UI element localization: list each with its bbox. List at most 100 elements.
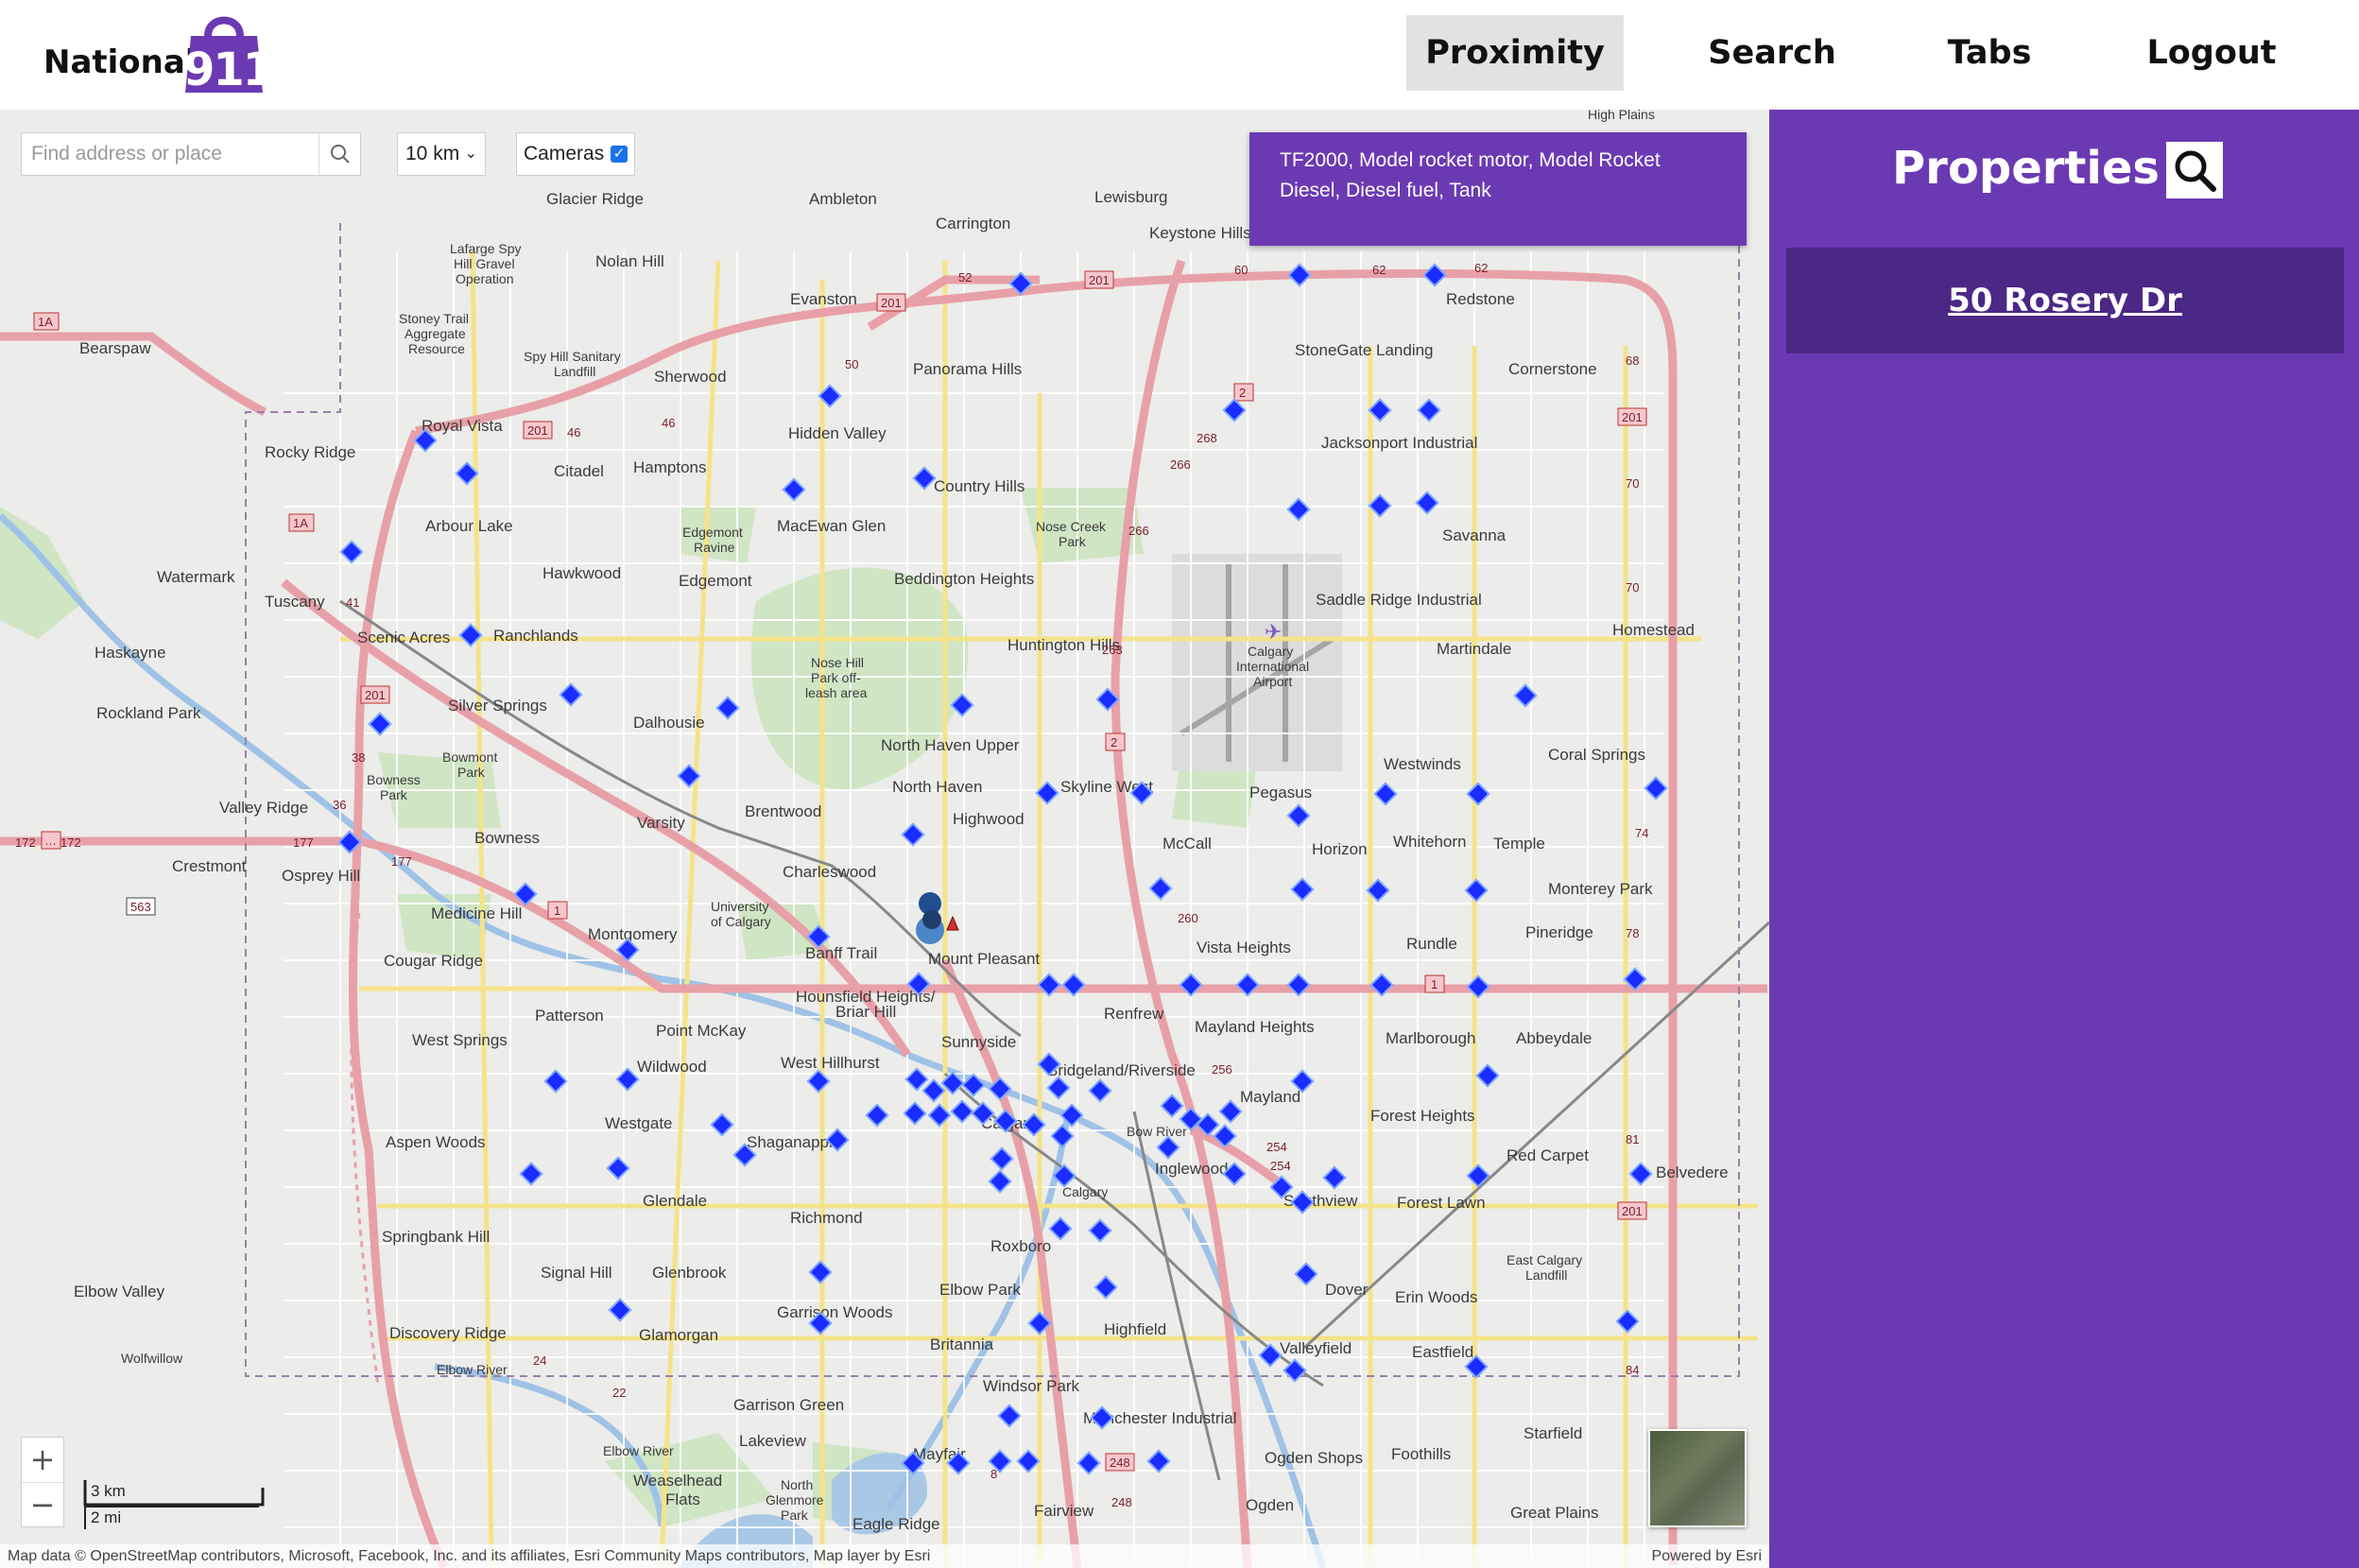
- camera-marker-icon[interactable]: [339, 540, 364, 564]
- property-item[interactable]: 50 Rosery Dr: [1786, 248, 2344, 353]
- camera-marker-icon[interactable]: [1290, 877, 1315, 902]
- camera-marker-icon[interactable]: [608, 1298, 632, 1322]
- svg-text:Martindale: Martindale: [1437, 640, 1511, 658]
- camera-marker-icon[interactable]: [865, 1103, 889, 1128]
- camera-marker-icon[interactable]: [997, 1404, 1022, 1428]
- map-basemap[interactable]: High Plains Glacier Ridge Ambleton Lewis…: [0, 110, 1769, 1568]
- svg-text:Flats: Flats: [665, 1490, 700, 1508]
- svg-text:High Plains: High Plains: [1588, 110, 1655, 122]
- svg-text:Royal Vista: Royal Vista: [422, 417, 503, 435]
- camera-marker-icon[interactable]: [1286, 497, 1311, 522]
- camera-marker-icon[interactable]: [715, 696, 740, 720]
- svg-text:50: 50: [845, 357, 858, 371]
- svg-text:Horizon: Horizon: [1312, 840, 1368, 858]
- svg-text:Citadel: Citadel: [554, 462, 604, 480]
- svg-text:StoneGate Landing: StoneGate Landing: [1295, 341, 1434, 359]
- nav-proximity[interactable]: Proximity: [1406, 15, 1624, 91]
- camera-marker-icon[interactable]: [1286, 803, 1311, 828]
- camera-marker-icon[interactable]: [1048, 1216, 1073, 1241]
- camera-marker-icon[interactable]: [1146, 1449, 1171, 1473]
- svg-text:Varsity: Varsity: [637, 814, 685, 832]
- camera-marker-icon[interactable]: [1466, 782, 1490, 806]
- camera-marker-icon[interactable]: [519, 1162, 543, 1186]
- camera-marker-icon[interactable]: [1148, 876, 1173, 901]
- camera-marker-icon[interactable]: [1156, 1135, 1180, 1160]
- radius-select[interactable]: 10 km ⌄: [397, 132, 486, 176]
- svg-text:Park: Park: [781, 1508, 809, 1523]
- camera-marker-icon[interactable]: [1088, 1218, 1112, 1243]
- svg-text:Inglewood: Inglewood: [1155, 1160, 1229, 1178]
- svg-text:Cougar Ridge: Cougar Ridge: [384, 952, 483, 970]
- camera-marker-icon[interactable]: [1373, 782, 1398, 806]
- camera-marker-icon[interactable]: [950, 1099, 974, 1124]
- camera-marker-icon[interactable]: [1415, 491, 1439, 515]
- zoom-in-button[interactable]: +: [22, 1438, 63, 1483]
- camera-marker-icon[interactable]: [1218, 1099, 1243, 1124]
- cameras-toggle[interactable]: Cameras ✓: [516, 132, 635, 176]
- camera-marker-icon[interactable]: [1258, 1343, 1283, 1368]
- svg-text:Hidden Valley: Hidden Valley: [788, 424, 887, 442]
- svg-text:McCall: McCall: [1162, 835, 1212, 853]
- camera-marker-icon[interactable]: [1615, 1309, 1640, 1334]
- camera-marker-icon[interactable]: [1294, 1262, 1318, 1286]
- panel-search-button[interactable]: [2166, 142, 2223, 198]
- camera-marker-icon[interactable]: [1464, 878, 1489, 903]
- camera-marker-icon[interactable]: [710, 1112, 734, 1137]
- svg-text:of Calgary: of Calgary: [711, 914, 771, 929]
- camera-marker-icon[interactable]: [1287, 263, 1312, 287]
- camera-marker-icon[interactable]: [988, 1169, 1012, 1194]
- camera-marker-icon[interactable]: [1513, 683, 1538, 708]
- camera-marker-icon[interactable]: [904, 1067, 929, 1092]
- nav-search[interactable]: Search: [1682, 15, 1862, 91]
- camera-marker-icon[interactable]: [782, 477, 806, 502]
- camera-marker-icon[interactable]: [1644, 776, 1668, 801]
- camera-marker-icon[interactable]: [606, 1156, 630, 1180]
- camera-marker-icon[interactable]: [1222, 398, 1247, 422]
- svg-text:Bridgeland/Riverside: Bridgeland/Riverside: [1047, 1061, 1196, 1079]
- camera-marker-icon[interactable]: [1422, 263, 1447, 287]
- map-view[interactable]: High Plains Glacier Ridge Ambleton Lewis…: [0, 110, 1769, 1568]
- basemap-toggle[interactable]: [1648, 1429, 1747, 1527]
- svg-text:Stoney Trail: Stoney Trail: [399, 311, 469, 326]
- nav-tabs[interactable]: Tabs: [1909, 15, 2070, 91]
- camera-marker-icon[interactable]: [1322, 1165, 1347, 1190]
- property-marker-icon[interactable]: [916, 892, 959, 944]
- map-search-button[interactable]: [319, 133, 361, 175]
- camera-marker-icon[interactable]: [368, 712, 392, 736]
- svg-text:Wildwood: Wildwood: [637, 1058, 707, 1076]
- search-icon: [2175, 150, 2216, 192]
- svg-text:Tuscany: Tuscany: [265, 593, 325, 611]
- zoom-out-button[interactable]: −: [22, 1483, 63, 1527]
- svg-text:Carrington: Carrington: [936, 215, 1010, 233]
- svg-text:1: 1: [554, 904, 560, 918]
- map-search-input[interactable]: [22, 133, 317, 175]
- cameras-checkbox[interactable]: ✓: [611, 146, 628, 163]
- nav-logout[interactable]: Logout: [2117, 15, 2306, 91]
- camera-marker-icon[interactable]: [1475, 1063, 1500, 1088]
- camera-marker-icon[interactable]: [990, 1146, 1014, 1171]
- svg-text:Redstone: Redstone: [1446, 290, 1515, 308]
- camera-marker-icon[interactable]: [559, 682, 583, 707]
- camera-marker-icon[interactable]: [912, 466, 937, 491]
- camera-marker-icon[interactable]: [1160, 1094, 1184, 1118]
- map-search: [21, 132, 361, 176]
- svg-text:North Haven: North Haven: [892, 778, 982, 796]
- svg-text:52: 52: [958, 270, 972, 284]
- camera-marker-icon[interactable]: [1628, 1162, 1653, 1186]
- properties-panel: Properties 50 Rosery Dr: [1769, 110, 2359, 1568]
- camera-marker-icon[interactable]: [615, 1067, 640, 1092]
- svg-text:Scenic Acres: Scenic Acres: [357, 629, 450, 646]
- camera-marker-icon[interactable]: [808, 1260, 833, 1284]
- powered-by-esri[interactable]: Powered by Esri: [1652, 1544, 1763, 1568]
- camera-marker-icon[interactable]: [1050, 1124, 1075, 1148]
- panel-title: Properties: [1892, 142, 2160, 195]
- camera-marker-icon[interactable]: [901, 822, 925, 847]
- svg-text:University: University: [711, 899, 768, 914]
- camera-marker-icon[interactable]: [1046, 1076, 1071, 1100]
- camera-marker-icon[interactable]: [1466, 974, 1490, 999]
- camera-marker-icon[interactable]: [1417, 398, 1441, 422]
- camera-marker-icon[interactable]: [1093, 1275, 1118, 1300]
- chevron-down-icon: ⌄: [464, 146, 477, 162]
- camera-marker-icon[interactable]: [1088, 1078, 1112, 1103]
- svg-text:256: 256: [1212, 1062, 1232, 1077]
